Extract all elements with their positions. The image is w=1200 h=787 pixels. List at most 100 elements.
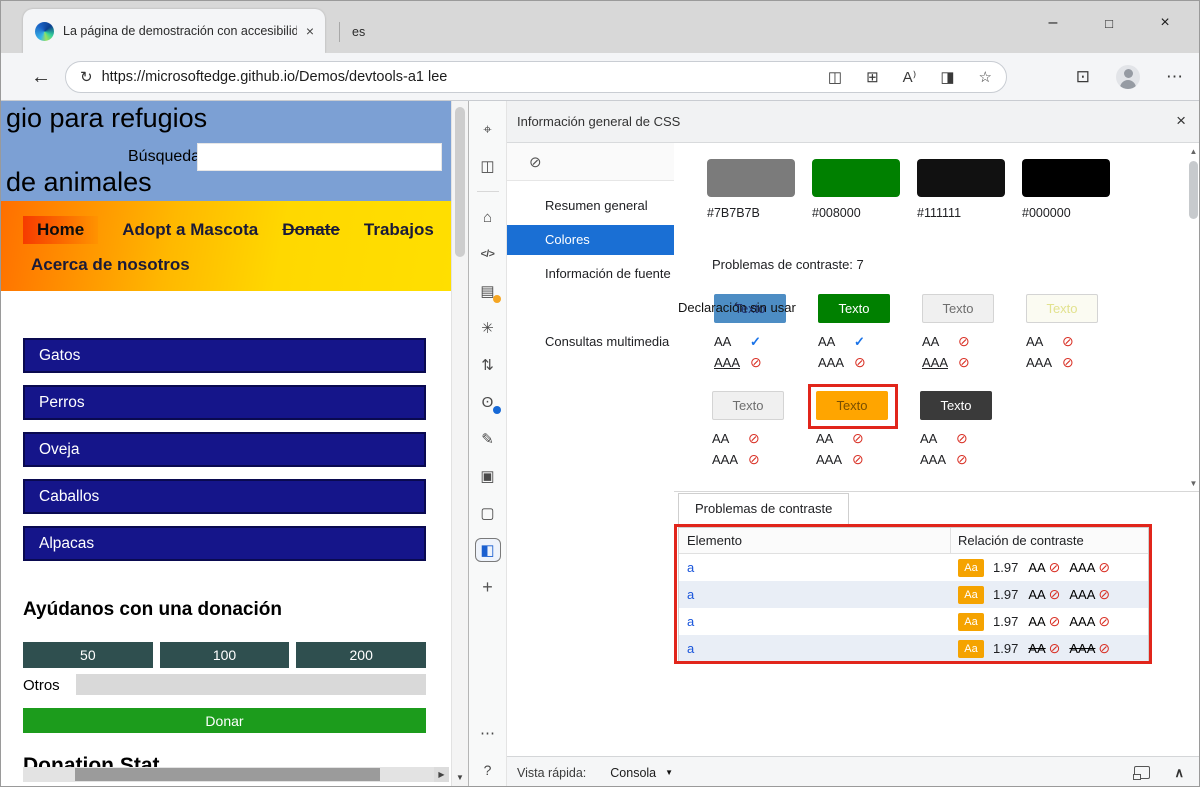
vscroll-down-arrow-icon[interactable]: ▼ (452, 771, 468, 785)
aa-level: AA (1028, 614, 1045, 629)
hscroll-right-arrow-icon[interactable]: ▶ (434, 767, 449, 782)
element-link[interactable]: a (679, 614, 951, 629)
nav-item-1[interactable]: Adopt a Mascota (122, 220, 258, 240)
color-swatch[interactable] (1022, 159, 1110, 197)
sidebar-item-2[interactable]: Información de fuente (507, 259, 674, 289)
element-link[interactable]: a (679, 560, 951, 575)
amount-button-50[interactable]: 50 (23, 642, 153, 668)
devtools-close-icon[interactable]: × (1176, 111, 1186, 131)
hints-icon[interactable]: ʘ (475, 390, 501, 414)
element-link[interactable]: a (679, 641, 951, 656)
aaa-level: AAA (1069, 614, 1095, 629)
contrast-color-swatch: Aa (958, 640, 984, 658)
browser-tab[interactable]: La página de demostración con accesibili… (23, 9, 325, 53)
css-overview-content: #7B7B7B#008000#111111#000000 Problemas d… (674, 143, 1200, 756)
contrast-issue-row: aAa1.97AA⊘AAA⊘ (679, 608, 1148, 635)
nav-item-row2-0[interactable]: Acerca de nosotros (31, 255, 190, 274)
read-aloud-icon[interactable]: A⁾ (903, 68, 917, 86)
tab-title: La página de demostración con accesibili… (63, 24, 297, 38)
contrast-issues-tab[interactable]: Problemas de contraste (678, 493, 849, 525)
network-icon[interactable]: ⇅ (475, 353, 501, 377)
category-button-caballos[interactable]: Caballos (23, 479, 426, 514)
search-input[interactable] (197, 143, 442, 171)
category-button-perros[interactable]: Perros (23, 385, 426, 420)
color-swatch[interactable] (917, 159, 1005, 197)
maximize-button[interactable]: □ (1081, 1, 1137, 45)
immersive-reader-icon[interactable]: ◨ (940, 68, 954, 86)
debug-icon[interactable]: ✳ (475, 316, 501, 340)
devtools-scroll-down-icon[interactable]: ▼ (1186, 477, 1200, 491)
element-link[interactable]: a (679, 587, 951, 602)
css-overview-icon[interactable]: ◧ (475, 538, 501, 562)
expand-drawer-icon[interactable]: ∧ (1174, 765, 1184, 781)
devtools-scroll-up-icon[interactable]: ▲ (1186, 145, 1200, 159)
quick-view-bar: Vista rápida: Consola ▼ ∧ (507, 756, 1200, 787)
hscroll-thumb[interactable] (75, 768, 380, 781)
back-button[interactable]: ← (27, 63, 55, 91)
partial-tab-title[interactable]: es (339, 22, 365, 42)
more-tools-icon[interactable]: ⋯ (475, 721, 501, 745)
nav-item-2[interactable]: Donate (282, 220, 340, 240)
contrast-sample-button[interactable]: Texto (818, 294, 890, 323)
collections-icon[interactable]: ⊡ (1076, 67, 1090, 87)
url-text[interactable]: https://microsoftedge.github.io/Demos/de… (102, 69, 816, 85)
nav-item-3[interactable]: Trabajos (364, 220, 434, 240)
contrast-sample-button[interactable]: Texto (712, 391, 784, 420)
page-nav: Home Adopt a Mascota Donate Trabajos Acerca… (1, 201, 451, 291)
close-button[interactable]: × (1137, 1, 1193, 45)
vscroll-thumb[interactable] (455, 107, 465, 257)
fail-icon: ⊘ (956, 430, 974, 447)
nav-item-0[interactable]: Home (23, 216, 98, 244)
inspect-icon[interactable]: ⌖ (475, 117, 501, 141)
tab-close-icon[interactable]: × (303, 23, 317, 39)
otros-amount-input[interactable] (76, 674, 426, 695)
clear-overview-icon[interactable]: ⊘ (529, 153, 542, 171)
devtools-scroll-thumb[interactable] (1189, 161, 1198, 219)
elements-icon[interactable]: </> (475, 242, 501, 266)
horizontal-scrollbar[interactable]: ▶ (23, 767, 449, 782)
browser-window: La página de demostración con accesibili… (0, 0, 1200, 787)
devtools-scrollbar[interactable]: ▲ ▼ (1186, 145, 1200, 491)
help-icon[interactable]: ? (475, 758, 501, 782)
devtools-pane: ⌖◫⌂</>▤✳⇅ʘ✎▣▢◧+⋯? Información general de… (468, 101, 1200, 787)
category-button-alpacas[interactable]: Alpacas (23, 526, 426, 561)
home-icon[interactable]: ⌂ (475, 205, 501, 229)
amount-button-100[interactable]: 100 (160, 642, 290, 668)
sidebar-item-1[interactable]: Colores (507, 225, 674, 255)
address-bar[interactable]: ↻ https://microsoftedge.github.io/Demos/… (65, 61, 1007, 93)
amount-button-200[interactable]: 200 (296, 642, 426, 668)
contrast-sample-button[interactable]: Texto (920, 391, 992, 420)
open-panel-icon[interactable] (1134, 766, 1150, 779)
add-panel-icon[interactable]: + (475, 575, 501, 599)
minimize-button[interactable]: – (1025, 1, 1081, 45)
fail-icon: ⊘ (750, 354, 768, 371)
device-emulation-icon[interactable]: ◫ (475, 154, 501, 178)
color-swatch[interactable] (707, 159, 795, 197)
edit-tools-icon[interactable]: ✎ (475, 427, 501, 451)
sidebar-toolbar: ⊘ (507, 143, 674, 181)
swatch-hex-label: #111111 (917, 206, 1005, 220)
add-favorite-icon[interactable]: ☆ (979, 68, 992, 86)
sidebar-item-0[interactable]: Resumen general (507, 191, 674, 221)
apps-grid-icon[interactable]: ⊞ (866, 68, 879, 86)
aa-label: AA (712, 431, 748, 446)
category-button-gatos[interactable]: Gatos (23, 338, 426, 373)
fail-icon: ⊘ (748, 430, 766, 447)
application-icon[interactable]: ▢ (475, 501, 501, 525)
processor-icon[interactable]: ▣ (475, 464, 501, 488)
split-screen-icon[interactable]: ◫ (828, 68, 842, 86)
color-swatch[interactable] (812, 159, 900, 197)
fail-icon: ⊘ (1098, 640, 1110, 657)
category-button-oveja[interactable]: Oveja (23, 432, 426, 467)
more-menu-icon[interactable]: ⋯ (1166, 67, 1183, 87)
contrast-sample-button[interactable]: Texto (1026, 294, 1098, 323)
contrast-color-swatch: Aa (958, 559, 984, 577)
donate-button[interactable]: Donar (23, 708, 426, 733)
console-dropdown[interactable]: Consola ▼ (610, 766, 673, 780)
profile-avatar[interactable] (1116, 65, 1140, 89)
reload-icon[interactable]: ↻ (80, 68, 93, 86)
console-icon[interactable]: ▤ (475, 279, 501, 303)
contrast-sample-button[interactable]: Texto (922, 294, 994, 323)
sidebar-item-3[interactable]: Consultas multimedia (507, 327, 674, 357)
vertical-scrollbar[interactable]: ▼ (451, 101, 468, 787)
